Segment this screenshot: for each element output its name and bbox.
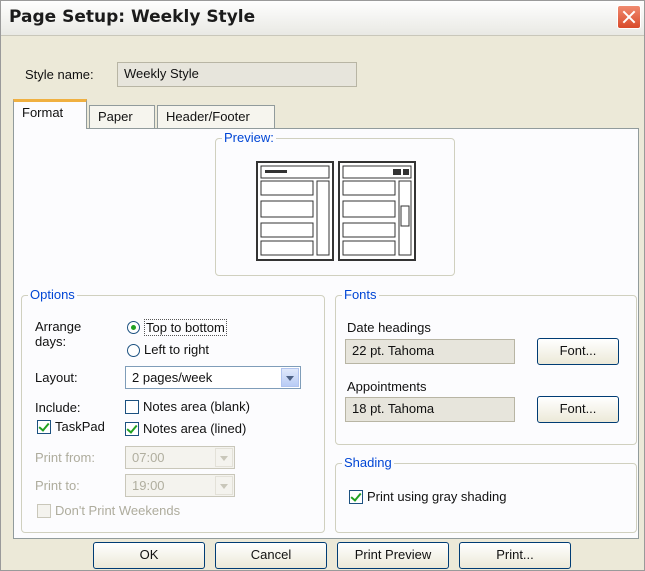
tab-format[interactable]: Format — [13, 99, 87, 129]
notes-lined-label[interactable]: Notes area (lined) — [143, 421, 246, 436]
gray-shading-label[interactable]: Print using gray shading — [367, 489, 506, 504]
notes-blank-label[interactable]: Notes area (blank) — [143, 399, 250, 414]
print-button[interactable]: Print... — [459, 542, 571, 569]
options-title: Options — [28, 287, 77, 302]
window-title: Page Setup: Weekly Style — [9, 7, 256, 27]
preview-thumbnail — [256, 161, 416, 261]
left-to-right-radio[interactable] — [127, 344, 140, 357]
gray-shading-checkbox[interactable] — [349, 490, 363, 504]
appointments-label: Appointments — [347, 379, 427, 394]
cancel-button[interactable]: Cancel — [215, 542, 327, 569]
appointments-field: 18 pt. Tahoma — [345, 397, 515, 422]
title-bar: Page Setup: Weekly Style — [1, 1, 644, 36]
date-headings-font-button[interactable]: Font... — [537, 338, 619, 365]
layout-select[interactable]: 2 pages/week — [125, 366, 301, 389]
shading-title: Shading — [342, 455, 394, 470]
layout-label: Layout: — [35, 370, 78, 385]
tab-paper[interactable]: Paper — [89, 105, 155, 128]
print-preview-button[interactable]: Print Preview — [337, 542, 449, 569]
fonts-title: Fonts — [342, 287, 379, 302]
chevron-down-icon[interactable] — [281, 368, 299, 387]
print-to-select[interactable]: 19:00 — [125, 474, 235, 497]
preview-group: Preview: — [215, 130, 455, 276]
top-to-bottom-label[interactable]: Top to bottom — [144, 319, 227, 336]
notes-lined-checkbox[interactable] — [125, 422, 139, 436]
taskpad-checkbox[interactable] — [37, 420, 51, 434]
notes-blank-checkbox[interactable] — [125, 400, 139, 414]
dont-print-weekends-label[interactable]: Don't Print Weekends — [55, 503, 180, 518]
chevron-down-icon[interactable] — [215, 448, 233, 467]
style-name-field: Weekly Style — [117, 62, 357, 87]
top-to-bottom-radio[interactable] — [127, 321, 140, 334]
days-label: days: — [35, 334, 67, 349]
print-to-value: 19:00 — [132, 478, 165, 493]
arrange-label: Arrange — [35, 319, 82, 334]
left-to-right-label[interactable]: Left to right — [144, 342, 209, 357]
appointments-font-button[interactable]: Font... — [537, 396, 619, 423]
date-headings-field: 22 pt. Tahoma — [345, 339, 515, 364]
close-icon[interactable] — [617, 5, 641, 29]
chevron-down-icon[interactable] — [215, 476, 233, 495]
ok-button[interactable]: OK — [93, 542, 205, 569]
page-setup-dialog: Page Setup: Weekly Style Style name: Wee… — [0, 0, 645, 571]
dont-print-weekends-checkbox[interactable] — [37, 504, 51, 518]
print-from-value: 07:00 — [132, 450, 165, 465]
style-name-label: Style name: — [25, 67, 94, 82]
tab-header-footer[interactable]: Header/Footer — [157, 105, 275, 128]
preview-label: Preview: — [222, 130, 276, 145]
print-from-select[interactable]: 07:00 — [125, 446, 235, 469]
print-to-label: Print to: — [35, 478, 80, 493]
taskpad-label[interactable]: TaskPad — [55, 419, 105, 434]
layout-value: 2 pages/week — [132, 370, 213, 385]
date-headings-label: Date headings — [347, 320, 431, 335]
print-from-label: Print from: — [35, 450, 95, 465]
include-label: Include: — [35, 400, 81, 415]
